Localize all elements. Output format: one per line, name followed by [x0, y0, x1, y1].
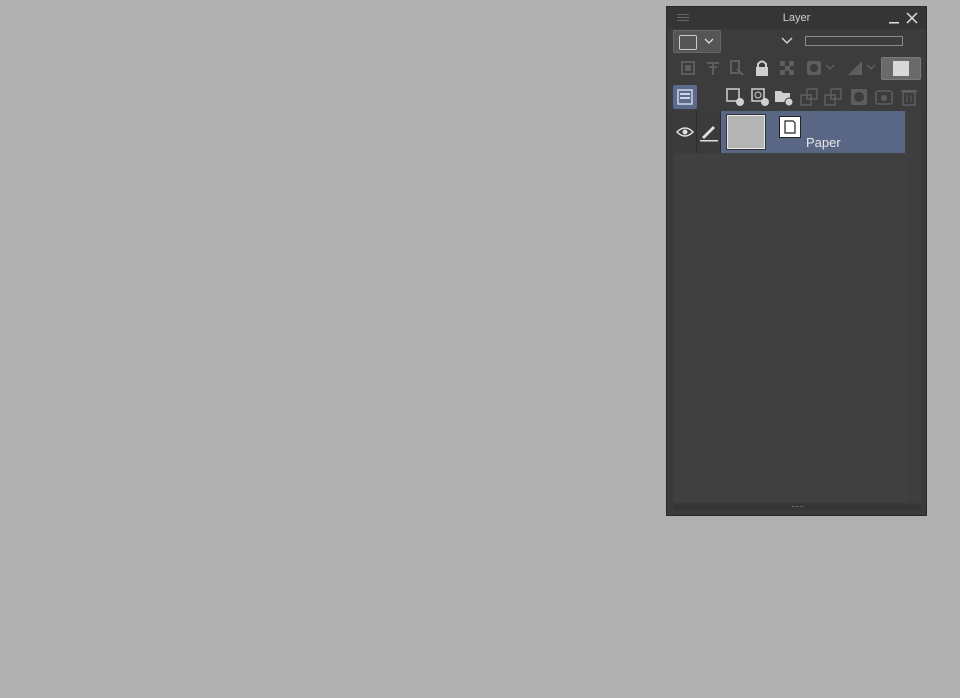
layer-thumbnail: [726, 114, 766, 150]
layer-color-swatch-icon: [893, 61, 909, 76]
draft-layer-icon[interactable]: [728, 59, 746, 77]
layer-property-toolbar: [667, 55, 926, 83]
new-folder-icon[interactable]: [774, 87, 794, 107]
grip-dots-icon: ·····: [791, 502, 805, 511]
visibility-toggle[interactable]: [673, 111, 697, 153]
delete-layer-icon[interactable]: [899, 87, 919, 107]
layer-name: Paper: [806, 135, 841, 150]
layer-command-toolbar: [667, 83, 926, 111]
new-vector-layer-icon[interactable]: [750, 87, 770, 107]
combine-with-lower-icon[interactable]: [823, 87, 843, 107]
minimize-icon[interactable]: [888, 11, 900, 25]
panel-resize-grip[interactable]: ·····: [673, 502, 921, 511]
layer-list-scrollbar[interactable]: [907, 111, 921, 503]
layer-row[interactable]: Paper: [673, 111, 905, 153]
chevron-down-icon: [704, 37, 714, 45]
palette-color-button[interactable]: [673, 85, 697, 109]
new-raster-layer-icon[interactable]: [725, 87, 745, 107]
layer-type-select[interactable]: [673, 30, 721, 53]
layer-color-swatch[interactable]: [881, 57, 921, 80]
close-icon[interactable]: [905, 11, 919, 25]
mask-enable-icon[interactable]: [806, 59, 836, 77]
layer-type-swatch-icon: [679, 35, 697, 50]
reference-layer-icon[interactable]: [704, 59, 722, 77]
layer-list: Paper: [673, 111, 921, 503]
apply-mask-icon[interactable]: [874, 87, 894, 107]
ruler-display-icon[interactable]: [847, 59, 877, 77]
paper-layer-icon: [779, 116, 801, 138]
lock-transparency-icon[interactable]: [778, 59, 796, 77]
opacity-slider[interactable]: [805, 36, 903, 46]
create-mask-icon[interactable]: [849, 87, 869, 107]
panel-titlebar[interactable]: Layer: [667, 7, 926, 29]
blend-row: [667, 29, 926, 55]
blend-mode-dropdown[interactable]: [781, 36, 793, 46]
transfer-to-lower-layer-icon[interactable]: [799, 87, 819, 107]
clip-to-layer-below-icon[interactable]: [679, 59, 697, 77]
lock-icon[interactable]: [753, 59, 771, 77]
edit-target-toggle[interactable]: [697, 111, 721, 153]
layer-panel: Layer Paper ·····: [666, 6, 927, 516]
